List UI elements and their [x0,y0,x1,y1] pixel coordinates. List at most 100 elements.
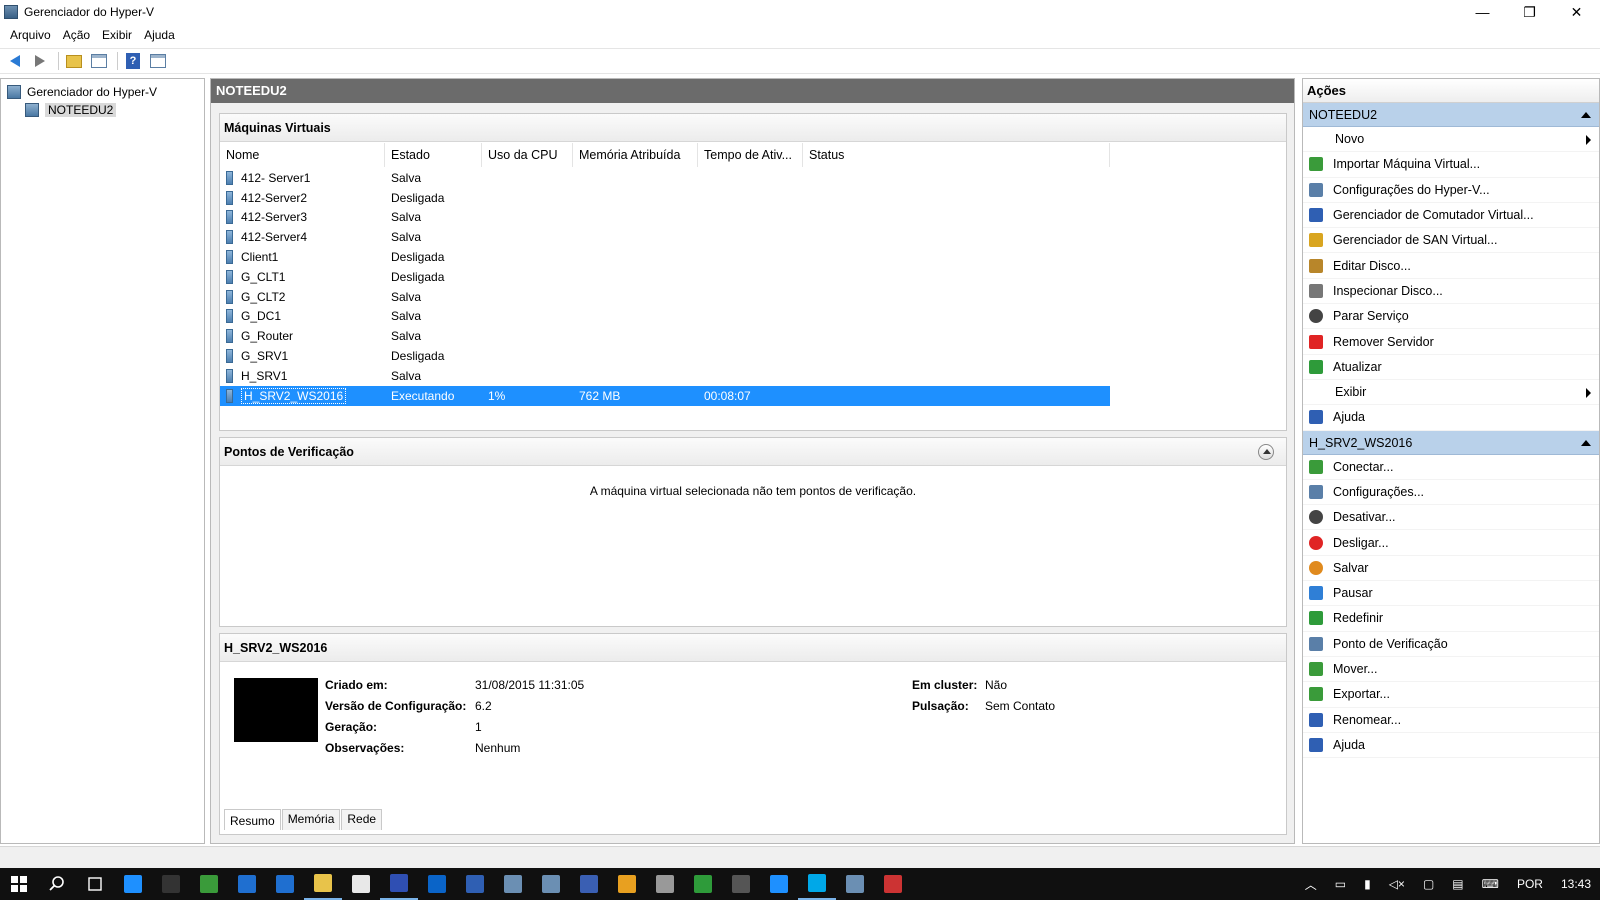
action-item[interactable]: Ponto de Verificação [1303,632,1599,657]
tray-overflow-icon[interactable]: ︿ [1296,876,1326,893]
vm-thumbnail[interactable] [234,678,318,742]
action-item[interactable]: Redefinir [1303,606,1599,632]
action-item[interactable]: Renomear... [1303,708,1599,733]
vm-row[interactable]: 412-Server2 Desligada [220,188,1110,208]
vm-row[interactable]: G_SRV1 Desligada [220,346,1110,366]
taskbar-app-icon[interactable] [798,868,836,900]
taskbar-app-icon[interactable] [342,868,380,900]
action-item[interactable]: Ajuda [1303,733,1599,759]
tree-item-server[interactable]: NOTEEDU2 [25,101,117,119]
action-item[interactable]: Pausar [1303,581,1599,607]
action-item[interactable]: Importar Máquina Virtual... [1303,152,1599,178]
vm-row[interactable]: 412-Server4 Salva [220,227,1110,247]
close-button[interactable]: ✕ [1553,0,1600,24]
restore-button[interactable]: ❐ [1506,0,1553,24]
action-item[interactable]: Configurações... [1303,480,1599,506]
forward-button[interactable] [29,51,51,71]
vm-icon [226,269,233,284]
action-item[interactable]: Parar Serviço [1303,304,1599,330]
start-button[interactable] [0,868,38,900]
action-item[interactable]: Editar Disco... [1303,253,1599,279]
up-folder-button[interactable] [63,51,85,71]
action-item[interactable]: Desligar... [1303,530,1599,556]
taskbar-app-icon[interactable] [114,868,152,900]
taskbar-app-icon[interactable] [760,868,798,900]
tray-keyboard-icon[interactable]: ⌨ [1473,877,1508,891]
task-view-button[interactable] [76,868,114,900]
taskbar-app-icon[interactable] [152,868,190,900]
vm-row[interactable]: H_SRV2_WS2016 Executando 1% 762 MB 00:08:07 [220,385,1110,406]
taskbar-app-icon[interactable] [494,868,532,900]
menu-acao[interactable]: Ação [57,28,96,42]
vm-row[interactable]: G_CLT1 Desligada [220,267,1110,287]
col-estado[interactable]: Estado [385,143,482,167]
taskbar-app-icon[interactable] [532,868,570,900]
vm-row[interactable]: G_CLT2 Salva [220,287,1110,307]
action-item[interactable]: Mover... [1303,657,1599,683]
taskbar-app-icon[interactable] [646,868,684,900]
action-item[interactable]: Exibir [1303,380,1599,406]
tab-memoria[interactable]: Memória [281,809,341,830]
taskbar-app-icon[interactable] [266,868,304,900]
col-cpu[interactable]: Uso da CPU [482,143,573,167]
vm-row[interactable]: G_Router Salva [220,326,1110,346]
taskbar-app-icon[interactable] [418,868,456,900]
action-item[interactable]: Gerenciador de Comutador Virtual... [1303,203,1599,229]
action-item[interactable]: Desativar... [1303,505,1599,531]
search-button[interactable] [38,868,76,900]
tray-display-icon[interactable]: ▢ [1414,877,1443,891]
taskbar-app-icon[interactable] [722,868,760,900]
tray-clock[interactable]: 13:43 [1552,877,1600,891]
action-item[interactable]: Atualizar [1303,355,1599,380]
vm-row[interactable]: Client1 Desligada [220,247,1110,267]
vm-row[interactable]: 412- Server1 Salva [220,168,1110,188]
back-button[interactable] [4,51,26,71]
collapse-checkpoints-button[interactable] [1258,444,1274,460]
action-item[interactable]: Exportar... [1303,682,1599,708]
actions-group-server[interactable]: NOTEEDU2 [1303,103,1599,127]
menu-arquivo[interactable]: Arquivo [4,28,57,42]
action-item[interactable]: Salvar [1303,556,1599,582]
tree-item-root[interactable]: Gerenciador do Hyper-V [7,83,157,101]
col-status[interactable]: Status [803,143,1110,167]
taskbar-app-icon[interactable] [570,868,608,900]
taskbar-app-icon[interactable] [684,868,722,900]
taskbar-app-icon[interactable] [836,868,874,900]
action-item[interactable]: Remover Servidor [1303,329,1599,355]
taskbar-app-icon[interactable] [190,868,228,900]
action-item[interactable]: Conectar... [1303,455,1599,480]
menu-exibir[interactable]: Exibir [96,28,138,42]
menu-ajuda[interactable]: Ajuda [138,28,181,42]
minimize-button[interactable]: — [1459,0,1506,24]
tray-volume-icon[interactable]: ◁× [1380,877,1414,891]
show-hide-tree-button[interactable] [88,51,110,71]
action-item[interactable]: Configurações do Hyper-V... [1303,178,1599,203]
col-nome[interactable]: Nome [220,143,385,167]
action-item[interactable]: Gerenciador de SAN Virtual... [1303,228,1599,254]
actions-group-vm[interactable]: H_SRV2_WS2016 [1303,430,1599,455]
tab-rede[interactable]: Rede [341,809,383,830]
taskbar-app-icon[interactable] [304,868,342,900]
tray-notifications-icon[interactable]: ▤ [1443,877,1472,891]
vm-row[interactable]: 412-Server3 Salva [220,208,1110,228]
action-item[interactable]: Novo [1303,127,1599,153]
action-item[interactable]: Inspecionar Disco... [1303,279,1599,305]
taskbar-app-icon[interactable] [228,868,266,900]
taskbar-app-icon[interactable] [874,868,912,900]
col-tempo[interactable]: Tempo de Ativ... [698,143,803,167]
show-hide-action-pane-button[interactable] [147,51,169,71]
taskbar-app-icon[interactable] [608,868,646,900]
details-panel: H_SRV2_WS2016 Criado em: 31/08/2015 11:3… [219,633,1287,835]
tray-battery-icon[interactable]: ▮ [1355,877,1380,891]
help-button[interactable]: ? [122,51,144,71]
taskbar-app-icon[interactable] [456,868,494,900]
tray-language[interactable]: POR [1508,877,1552,891]
tray-network-icon[interactable]: ▭ [1326,877,1355,891]
taskbar-app-icon[interactable] [380,868,418,900]
vm-row[interactable]: H_SRV1 Salva [220,366,1110,386]
app-glyph-icon [580,875,598,893]
tab-resumo[interactable]: Resumo [224,809,281,830]
vm-row[interactable]: G_DC1 Salva [220,307,1110,327]
action-item[interactable]: Ajuda [1303,405,1599,431]
col-memoria[interactable]: Memória Atribuída [573,143,698,167]
